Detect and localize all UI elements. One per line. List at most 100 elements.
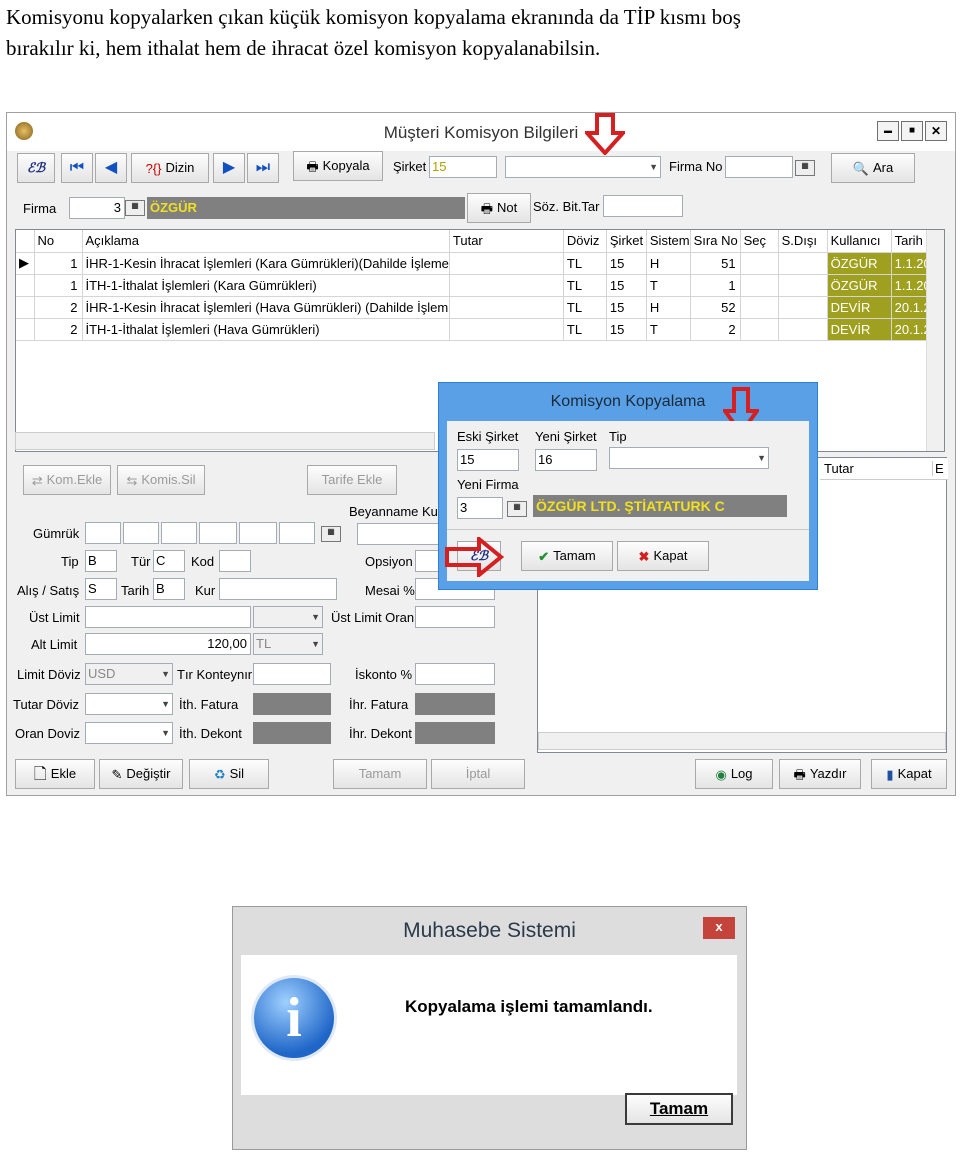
gumruk-label: Gümrük bbox=[33, 526, 80, 541]
ekle-button[interactable]: 🗋 Ekle bbox=[15, 759, 95, 789]
table-row[interactable]: 2 İHR-1-Kesin İhracat İşlemleri (Hava Güm… bbox=[16, 296, 941, 319]
maximize-button[interactable]: ■ bbox=[901, 121, 923, 141]
gumruk-input-1[interactable] bbox=[85, 522, 121, 544]
window-title: Müşteri Komisyon Bilgileri bbox=[383, 123, 579, 142]
alt-limit-input[interactable]: 120,00 bbox=[85, 633, 251, 655]
detail-horizontal-scrollbar[interactable] bbox=[538, 732, 946, 750]
gumruk-input-2[interactable] bbox=[123, 522, 159, 544]
gumruk-input-4[interactable] bbox=[199, 522, 237, 544]
search-icon: 🔍 bbox=[852, 160, 869, 176]
table-row[interactable]: 1 İTH-1-İthalat İşlemleri (Kara Gümrükler… bbox=[16, 274, 941, 297]
tarih-label: Tarih bbox=[121, 583, 150, 598]
calendar-icon[interactable]: ▦ bbox=[795, 160, 815, 176]
intro-line-2: bırakılır ki, hem ithalat hem de ihracat… bbox=[6, 36, 601, 60]
ust-limit-currency-select[interactable] bbox=[253, 606, 323, 628]
gumruk-input-6[interactable] bbox=[279, 522, 315, 544]
tutar-column-header[interactable]: Tutar bbox=[824, 461, 854, 476]
message-ok-button[interactable]: Tamam bbox=[625, 1093, 733, 1125]
yazdir-button[interactable]: 🖶 Yazdır bbox=[779, 759, 861, 789]
grid-horizontal-scrollbar[interactable] bbox=[15, 432, 435, 450]
next-record-button[interactable]: ▶ bbox=[213, 153, 245, 183]
minimize-button[interactable]: ▬ bbox=[877, 121, 899, 141]
prev-record-button[interactable]: ◀ bbox=[95, 153, 127, 183]
degistir-button[interactable]: ✎ Değiştir bbox=[99, 759, 183, 789]
alt-limit-label: Alt Limit bbox=[31, 637, 78, 652]
firma-name-field: ÖZGÜR bbox=[147, 197, 465, 219]
column-header[interactable]: Açıklama bbox=[82, 230, 450, 253]
ara-button[interactable]: 🔍 Ara bbox=[831, 153, 915, 183]
tip-input[interactable]: B bbox=[85, 550, 117, 572]
soz-bit-tar-input[interactable] bbox=[603, 195, 683, 217]
column-header[interactable]: No bbox=[34, 230, 83, 253]
iskonto-input[interactable] bbox=[415, 663, 495, 685]
yeni-sirket-label: Yeni Şirket bbox=[535, 429, 597, 444]
column-header[interactable]: Sistem bbox=[646, 230, 691, 253]
ith-fatura-field bbox=[253, 693, 331, 715]
table-row[interactable]: 2 İTH-1-İthalat İşlemleri (Hava Gümrükler… bbox=[16, 318, 941, 341]
column-header[interactable]: Kullanıcı bbox=[827, 230, 892, 253]
dialog-tamam-button[interactable]: ✔ Tamam bbox=[521, 541, 613, 571]
beyanname-input[interactable] bbox=[357, 523, 441, 545]
column-header[interactable]: S.Dışı bbox=[778, 230, 828, 253]
iptal-button[interactable]: İptal bbox=[431, 759, 525, 789]
tur-input[interactable]: C bbox=[153, 550, 185, 572]
sil-button[interactable]: ♻ Sil bbox=[189, 759, 269, 789]
column-header[interactable]: Şirket bbox=[606, 230, 647, 253]
tarife-ekle-button[interactable]: Tarife Ekle bbox=[307, 465, 397, 495]
calendar-icon[interactable]: ▦ bbox=[321, 526, 341, 542]
kom-ekle-button[interactable]: ⇄ Kom.Ekle bbox=[23, 465, 111, 495]
sirket-input[interactable]: 15 bbox=[429, 156, 497, 178]
dialog-kapat-button[interactable]: ✖ Kapat bbox=[617, 541, 709, 571]
intro-line-1: Komisyonu kopyalarken çıkan küçük komisy… bbox=[6, 5, 741, 29]
first-record-button[interactable]: ⏮ bbox=[61, 153, 93, 183]
grid-vertical-scrollbar[interactable] bbox=[926, 230, 944, 451]
alis-satis-input[interactable]: S bbox=[85, 578, 117, 600]
column-header[interactable]: Tutar bbox=[449, 230, 564, 253]
yeni-sirket-input[interactable]: 16 bbox=[535, 449, 597, 471]
logo-button[interactable]: ℰℬ bbox=[17, 153, 55, 183]
gumruk-input-5[interactable] bbox=[239, 522, 277, 544]
firma-input[interactable]: 3 bbox=[69, 197, 125, 219]
message-title: Muhasebe Sistemi bbox=[403, 919, 576, 942]
dizin-button[interactable]: ?{} Dizin bbox=[131, 153, 209, 183]
tip-select[interactable] bbox=[609, 447, 769, 469]
kod-input[interactable] bbox=[219, 550, 251, 572]
oran-doviz-select[interactable] bbox=[85, 722, 173, 744]
tir-konteynir-input[interactable] bbox=[253, 663, 331, 685]
limit-doviz-select[interactable]: USD bbox=[85, 663, 173, 685]
calendar-icon[interactable]: ▦ bbox=[125, 200, 145, 216]
ust-limit-oran-input[interactable] bbox=[415, 606, 495, 628]
message-close-button[interactable]: x bbox=[703, 917, 735, 939]
gumruk-input-3[interactable] bbox=[161, 522, 197, 544]
kopyala-button[interactable]: 🖶 Kopyala bbox=[293, 151, 383, 181]
last-record-button[interactable]: ⏭ bbox=[247, 153, 279, 183]
ust-limit-input[interactable] bbox=[85, 606, 251, 628]
eski-sirket-label: Eski Şirket bbox=[457, 429, 519, 444]
yeni-firma-label: Yeni Firma bbox=[457, 477, 519, 492]
sirket-label: Şirket bbox=[393, 159, 427, 174]
printer-icon: 🖶 bbox=[793, 766, 806, 782]
eski-sirket-input[interactable]: 15 bbox=[457, 449, 519, 471]
calendar-icon[interactable]: ▦ bbox=[507, 501, 527, 517]
not-button[interactable]: 🖶 Not bbox=[467, 193, 531, 223]
tarih-input[interactable]: B bbox=[153, 578, 185, 600]
message-box: Muhasebe Sistemi x i Kopyalama işlemi ta… bbox=[232, 906, 747, 1150]
alt-limit-currency-select[interactable]: TL bbox=[253, 633, 323, 655]
tamam-button[interactable]: Tamam bbox=[333, 759, 427, 789]
kur-input[interactable] bbox=[219, 578, 337, 600]
oran-doviz-label: Oran Doviz bbox=[15, 726, 81, 741]
komis-sil-button[interactable]: ⇆ Komis.Sil bbox=[117, 465, 205, 495]
sirket-dropdown[interactable] bbox=[505, 156, 661, 178]
tutar-doviz-select[interactable] bbox=[85, 693, 173, 715]
firma-label: Firma bbox=[23, 201, 57, 216]
table-row[interactable]: ▶ 1 İHR-1-Kesin İhracat İşlemleri (Kara Gü… bbox=[16, 252, 941, 275]
close-button[interactable]: ✕ bbox=[925, 121, 947, 141]
firma-no-input[interactable] bbox=[725, 156, 793, 178]
column-header[interactable]: Döviz bbox=[563, 230, 607, 253]
e-column-header[interactable]: E bbox=[932, 461, 944, 476]
yeni-firma-input[interactable]: 3 bbox=[457, 497, 503, 519]
kapat-button[interactable]: ▮ Kapat bbox=[871, 759, 947, 789]
column-header[interactable]: Sıra No bbox=[690, 230, 741, 253]
log-button[interactable]: ◉ Log bbox=[695, 759, 773, 789]
column-header[interactable]: Seç bbox=[740, 230, 779, 253]
